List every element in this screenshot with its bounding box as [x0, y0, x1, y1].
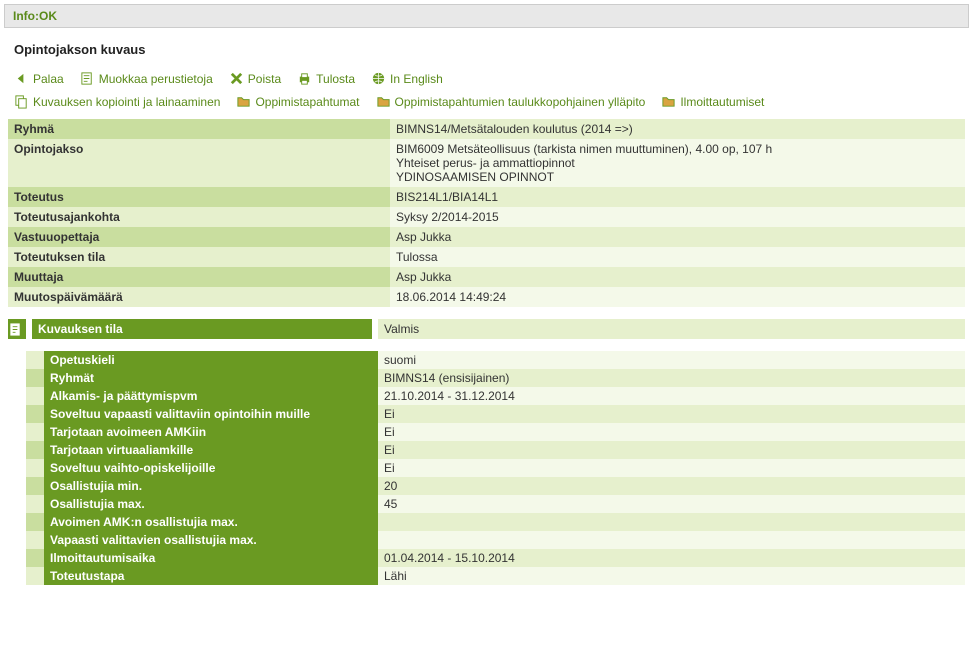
copy-link[interactable]: Kuvauksen kopiointi ja lainaaminen [10, 92, 232, 111]
delete-icon [229, 71, 244, 86]
enroll-link[interactable]: Ilmoittautumiset [657, 92, 776, 111]
teacher-value: Asp Jukka [390, 227, 965, 247]
detail-value: 45 [378, 495, 965, 513]
english-link[interactable]: In English [367, 69, 455, 88]
doc-icon-cell [8, 319, 26, 339]
period-value: Syksy 2/2014-2015 [390, 207, 965, 227]
course-line2: Yhteiset perus- ja ammattiopinnot [396, 156, 575, 170]
modifier-value: Asp Jukka [390, 267, 965, 287]
desc-status-value: Valmis [378, 319, 965, 339]
events-table-link[interactable]: Oppimistapahtumien taulukkopohjainen yll… [372, 92, 658, 111]
detail-label: Soveltuu vaihto-opiskelijoille [44, 459, 378, 477]
detail-stripe [26, 549, 44, 567]
detail-stripe [26, 477, 44, 495]
folder-icon [661, 94, 676, 109]
info-bar: Info:OK [4, 4, 969, 28]
folder-icon [376, 94, 391, 109]
print-icon [297, 71, 312, 86]
detail-stripe [26, 531, 44, 549]
folder-icon [236, 94, 251, 109]
back-arrow-icon [14, 71, 29, 86]
toolbar: Palaa Muokkaa perustietoja Poista Tulost… [0, 63, 973, 115]
page-title: Opintojakson kuvaus [0, 32, 973, 63]
course-line3: YDINOSAAMISEN OPINNOT [396, 170, 554, 184]
desc-status-label: Kuvauksen tila [32, 319, 372, 339]
print-label: Tulosta [316, 72, 355, 86]
detail-label: Alkamis- ja päättymispvm [44, 387, 378, 405]
detail-stripe [26, 405, 44, 423]
events-table-label: Oppimistapahtumien taulukkopohjainen yll… [395, 95, 646, 109]
detail-value: 21.10.2014 - 31.12.2014 [378, 387, 965, 405]
detail-value: 20 [378, 477, 965, 495]
modified-value: 18.06.2014 14:49:24 [390, 287, 965, 307]
english-label: In English [390, 72, 443, 86]
detail-value: Lähi [378, 567, 965, 585]
detail-value: 01.04.2014 - 15.10.2014 [378, 549, 965, 567]
detail-stripe [26, 369, 44, 387]
detail-value [378, 513, 965, 531]
document-icon [8, 322, 23, 337]
enroll-label: Ilmoittautumiset [680, 95, 764, 109]
detail-stripe [26, 387, 44, 405]
status-value: Tulossa [390, 247, 965, 267]
detail-label: Opetuskieli [44, 351, 378, 369]
course-label: Opintojakso [8, 139, 390, 187]
delete-label: Poista [248, 72, 281, 86]
detail-stripe [26, 423, 44, 441]
toolbar-row-1: Palaa Muokkaa perustietoja Poista Tulost… [10, 67, 963, 90]
detail-stripe [26, 495, 44, 513]
detail-value: Ei [378, 423, 965, 441]
impl-value: BIS214L1/BIA14L1 [390, 187, 965, 207]
toolbar-row-2: Kuvauksen kopiointi ja lainaaminen Oppim… [10, 90, 963, 113]
print-link[interactable]: Tulosta [293, 69, 367, 88]
detail-table: OpetuskielisuomiRyhmätBIMNS14 (ensisijai… [8, 351, 965, 585]
teacher-label: Vastuuopettaja [8, 227, 390, 247]
detail-value: Ei [378, 441, 965, 459]
course-value: BIM6009 Metsäteollisuus (tarkista nimen … [390, 139, 965, 187]
edit-link[interactable]: Muokkaa perustietoja [76, 69, 225, 88]
detail-value: BIMNS14 (ensisijainen) [378, 369, 965, 387]
back-link[interactable]: Palaa [10, 69, 76, 88]
detail-stripe [26, 351, 44, 369]
modified-label: Muutospäivämäärä [8, 287, 390, 307]
globe-icon [371, 71, 386, 86]
detail-value: Ei [378, 459, 965, 477]
copy-icon [14, 94, 29, 109]
group-value: BIMNS14/Metsätalouden koulutus (2014 =>) [390, 119, 965, 139]
back-label: Palaa [33, 72, 64, 86]
detail-stripe [26, 459, 44, 477]
group-label: Ryhmä [8, 119, 390, 139]
copy-label: Kuvauksen kopiointi ja lainaaminen [33, 95, 220, 109]
detail-value: Ei [378, 405, 965, 423]
detail-value: suomi [378, 351, 965, 369]
detail-label: Ilmoittautumisaika [44, 549, 378, 567]
detail-label: Avoimen AMK:n osallistujia max. [44, 513, 378, 531]
detail-label: Vapaasti valittavien osallistujia max. [44, 531, 378, 549]
desc-status-row: Kuvauksen tila Valmis [8, 319, 965, 339]
detail-value [378, 531, 965, 549]
status-label: Toteutuksen tila [8, 247, 390, 267]
detail-stripe [26, 513, 44, 531]
modifier-label: Muuttaja [8, 267, 390, 287]
detail-label: Tarjotaan virtuaaliamkille [44, 441, 378, 459]
detail-stripe [26, 441, 44, 459]
detail-stripe [26, 567, 44, 585]
events-label: Oppimistapahtumat [255, 95, 359, 109]
detail-label: Soveltuu vapaasti valittaviin opintoihin… [44, 405, 378, 423]
detail-label: Toteutustapa [44, 567, 378, 585]
detail-label: Osallistujia min. [44, 477, 378, 495]
course-line1: BIM6009 Metsäteollisuus (tarkista nimen … [396, 142, 772, 156]
impl-label: Toteutus [8, 187, 390, 207]
edit-label: Muokkaa perustietoja [99, 72, 213, 86]
period-label: Toteutusajankohta [8, 207, 390, 227]
detail-label: Osallistujia max. [44, 495, 378, 513]
delete-link[interactable]: Poista [225, 69, 293, 88]
detail-label: Ryhmät [44, 369, 378, 387]
edit-icon [80, 71, 95, 86]
detail-label: Tarjotaan avoimeen AMKiin [44, 423, 378, 441]
summary-table: Ryhmä BIMNS14/Metsätalouden koulutus (20… [8, 119, 965, 307]
events-link[interactable]: Oppimistapahtumat [232, 92, 371, 111]
